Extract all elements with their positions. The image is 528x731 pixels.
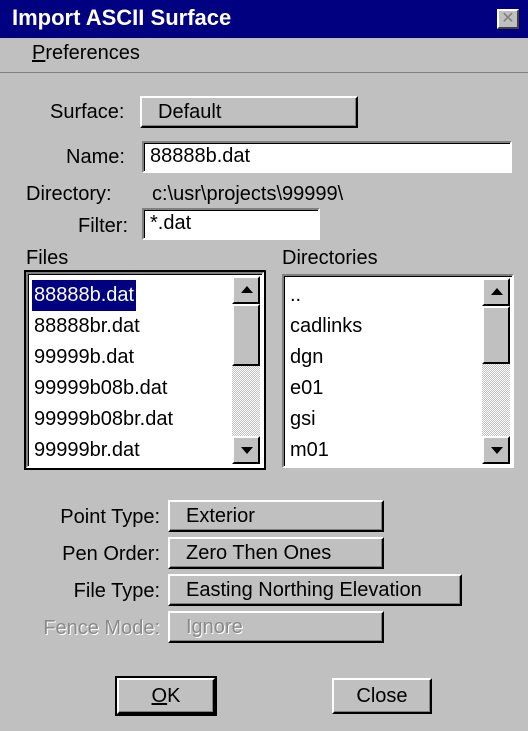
directory-item[interactable]: m01 xyxy=(288,435,331,466)
ok-accel: O xyxy=(151,685,168,707)
file-type-label: File Type: xyxy=(73,580,160,602)
fence-mode-button: Ignore xyxy=(168,611,384,643)
directories-scrollbar[interactable] xyxy=(482,278,510,464)
close-button[interactable]: Close xyxy=(332,678,432,714)
filter-field[interactable]: *.dat xyxy=(142,208,320,240)
menu-preferences-label: references xyxy=(45,42,140,64)
arrow-down-icon[interactable] xyxy=(232,436,260,464)
file-item[interactable]: 99999b08br.dat xyxy=(32,404,175,435)
arrow-up-icon[interactable] xyxy=(232,276,260,304)
name-field[interactable]: 88888b.dat xyxy=(142,141,512,173)
directory-item[interactable]: .. xyxy=(288,280,303,311)
arrow-up-icon[interactable] xyxy=(482,278,510,306)
filter-label: Filter: xyxy=(78,215,128,237)
file-item-selected[interactable]: 88888b.dat xyxy=(32,280,137,311)
ok-label: K xyxy=(167,685,181,707)
files-scrollbar[interactable] xyxy=(232,276,260,464)
directories-label: Directories xyxy=(282,247,378,269)
file-item[interactable]: 88888br.dat xyxy=(32,311,142,342)
files-scroll-thumb[interactable] xyxy=(232,304,260,366)
menu-preferences[interactable]: Preferences xyxy=(32,42,140,65)
directory-path: c:\usr\projects\99999\ xyxy=(152,183,344,205)
file-item[interactable]: 99999b08b.dat xyxy=(32,373,169,404)
name-label: Name: xyxy=(66,146,125,168)
window-title: Import ASCII Surface xyxy=(12,5,232,30)
pen-order-label: Pen Order: xyxy=(62,543,160,565)
surface-button[interactable]: Default xyxy=(140,96,358,128)
point-type-button[interactable]: Exterior xyxy=(168,500,384,532)
title-bar: Import ASCII Surface ✕ xyxy=(0,0,528,38)
files-label: Files xyxy=(26,247,69,269)
directories-scroll-thumb[interactable] xyxy=(482,306,510,364)
directory-item[interactable]: dgn xyxy=(288,342,325,373)
files-listbox[interactable]: 88888b.dat 88888br.dat 99999b.dat 99999b… xyxy=(24,270,266,470)
close-icon[interactable]: ✕ xyxy=(497,9,519,29)
directory-item[interactable]: gsi xyxy=(288,404,318,435)
directory-item[interactable]: cadlinks xyxy=(288,311,364,342)
close-glyph: ✕ xyxy=(501,10,515,27)
ok-button[interactable]: OK xyxy=(117,678,215,714)
file-item[interactable]: 99999br.dat xyxy=(32,435,142,466)
point-type-label: Point Type: xyxy=(60,506,160,528)
surface-label: Surface: xyxy=(50,101,125,123)
fence-mode-label: Fence Mode: xyxy=(43,617,160,639)
menu-preferences-accel: P xyxy=(32,42,46,64)
directory-label: Directory: xyxy=(26,183,112,205)
menu-bar: Preferences xyxy=(0,38,528,73)
directories-listbox[interactable]: .. cadlinks dgn e01 gsi m01 xyxy=(282,274,514,468)
file-type-button[interactable]: Easting Northing Elevation xyxy=(168,574,462,606)
pen-order-button[interactable]: Zero Then Ones xyxy=(168,537,384,569)
directory-item[interactable]: e01 xyxy=(288,373,325,404)
arrow-down-icon[interactable] xyxy=(482,436,510,464)
file-item[interactable]: 99999b.dat xyxy=(32,342,136,373)
